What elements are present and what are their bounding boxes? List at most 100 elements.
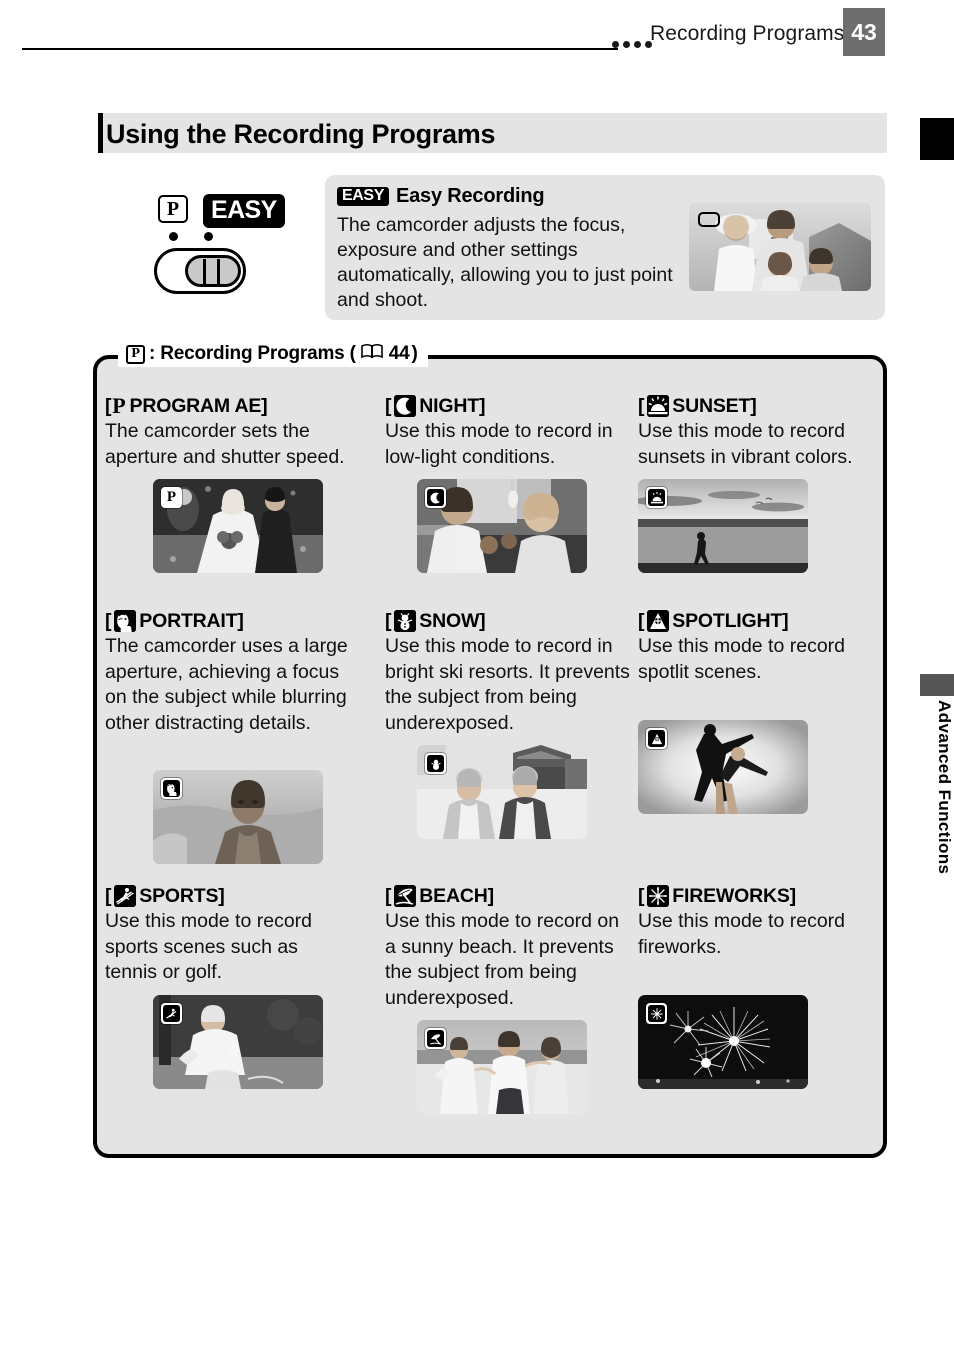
skier-sports-badge-icon [161, 1003, 182, 1024]
program-photo-fireworks [638, 995, 808, 1089]
program-photo-spotlight [638, 720, 808, 814]
open-book-icon [360, 343, 383, 365]
program-heading-night: [ NIGHT] [385, 395, 630, 417]
program-heading-spotlight: [ SPOTLIGHT] [638, 610, 883, 632]
program-description-program-ae: The camcorder sets the aperture and shut… [105, 420, 345, 468]
program-photo-snow [417, 745, 587, 839]
fireworks-burst-icon [647, 885, 670, 907]
mode-slider-track [154, 248, 246, 294]
program-item-sunset: [ SUNSET] Use this mode to record sunset… [638, 395, 883, 573]
open-bracket: [ [385, 395, 392, 417]
fireworks-burst-badge-icon [646, 1003, 667, 1024]
program-photo-beach [417, 1020, 587, 1114]
side-tab-marker-gray [920, 674, 954, 696]
mode-easy-label: EASY [203, 194, 285, 228]
program-heading-fireworks: [ FIREWORKS] [638, 885, 883, 907]
beach-parasol-badge-icon [425, 1028, 446, 1049]
four-dots-icon [612, 41, 652, 48]
mode-dot-p [169, 232, 178, 241]
program-item-sports: [ SPORTS] Use this mode to record sports… [105, 885, 350, 1089]
program-item-beach: [ BEACH] Use this mode to record on a su… [385, 885, 630, 1114]
page-title-band: Using the Recording Programs [98, 113, 887, 153]
crescent-moon-icon [394, 395, 417, 417]
program-item-snow: [ SNOW] Use this mode to record in brigh… [385, 610, 630, 839]
program-description-portrait: The camcorder uses a large aperture, ach… [105, 635, 348, 734]
page-header: Recording Programs 43 [0, 0, 954, 62]
program-label: SPORTS] [139, 885, 225, 907]
header-rule [22, 48, 618, 50]
open-bracket: [ [638, 395, 645, 417]
program-item-night: [ NIGHT] Use this mode to record in low-… [385, 395, 630, 573]
program-heading-program-ae: [ P PROGRAM AE] [105, 393, 350, 418]
easy-recording-title: Easy Recording [395, 185, 545, 207]
program-label: SUNSET] [672, 395, 757, 417]
program-item-fireworks: [ FIREWORKS] Use this mode to record fir… [638, 885, 883, 1089]
program-description-sunset: Use this mode to record sunsets in vibra… [638, 420, 853, 468]
open-bracket: [ [385, 885, 392, 907]
easy-recording-description: The camcorder adjusts the focus, exposur… [337, 214, 673, 311]
program-photo-night [417, 479, 587, 573]
open-bracket: [ [105, 610, 112, 632]
program-description-sports: Use this mode to record sports scenes su… [105, 910, 313, 983]
open-bracket: [ [638, 885, 645, 907]
mode-p-label: P [158, 195, 188, 223]
program-photo-program-ae: P [153, 479, 323, 573]
program-description-spotlight: Use this mode to record spotlit scenes. [638, 635, 846, 683]
page-title: Using the Recording Programs [106, 119, 496, 149]
open-bracket: [ [385, 610, 392, 632]
legend-close-paren: ) [411, 343, 418, 364]
program-heading-snow: [ SNOW] [385, 610, 630, 632]
face-portrait-icon [114, 610, 137, 632]
open-bracket: [ [105, 395, 112, 417]
easy-recording-heading: EASY Easy Recording [337, 185, 545, 208]
program-photo-sports [153, 995, 323, 1089]
program-label: SNOW] [419, 610, 486, 632]
program-item-program-ae: [ P PROGRAM AE] The camcorder sets the a… [105, 393, 350, 573]
mode-dot-easy [204, 232, 213, 241]
setting-sun-icon [647, 395, 670, 417]
mode-slider-knob [185, 255, 241, 287]
easy-recording-panel: EASY Easy Recording The camcorder adjust… [325, 175, 885, 320]
program-heading-beach: [ BEACH] [385, 885, 630, 907]
program-description-night: Use this mode to record in low-light con… [385, 420, 613, 468]
program-label: NIGHT] [419, 395, 486, 417]
snowman-badge-icon [425, 753, 446, 774]
program-label: FIREWORKS] [672, 885, 796, 907]
program-description-beach: Use this mode to record on a sunny beach… [385, 910, 620, 1009]
program-photo-sunset [638, 479, 808, 573]
program-heading-portrait: [ PORTRAIT] [105, 610, 350, 632]
crescent-moon-badge-icon [425, 487, 446, 508]
easy-chip-icon: EASY [337, 186, 389, 207]
side-tab-marker-black [920, 118, 954, 160]
legend-page-number: 44 [388, 343, 410, 364]
program-label: PROGRAM AE] [129, 395, 268, 417]
program-description-snow: Use this mode to record in bright ski re… [385, 635, 630, 734]
program-heading-sports: [ SPORTS] [105, 885, 350, 907]
program-heading-sunset: [ SUNSET] [638, 395, 883, 417]
program-photo-portrait [153, 770, 323, 864]
legend-p-icon: P [126, 344, 145, 364]
spotlight-cone-icon [647, 610, 670, 632]
recording-programs-legend: P : Recording Programs ( 44 ) [118, 341, 428, 367]
open-bracket: [ [105, 885, 112, 907]
easy-rounded-rect-icon [698, 212, 720, 227]
header-title: Recording Programs [650, 22, 845, 45]
letter-p-badge-icon: P [161, 487, 182, 508]
side-tab-label: Advanced Functions [935, 700, 954, 875]
easy-recording-photo [689, 203, 871, 291]
program-label: PORTRAIT] [139, 610, 244, 632]
setting-sun-badge-icon [646, 487, 667, 508]
beach-parasol-icon [394, 885, 417, 907]
program-description-fireworks: Use this mode to record fireworks. [638, 910, 846, 958]
legend-text: : Recording Programs ( [149, 343, 356, 364]
snowman-icon [394, 610, 417, 632]
program-item-portrait: [ PORTRAIT] The camcorder uses a large a… [105, 610, 350, 864]
side-tab: Advanced Functions [914, 0, 954, 1357]
program-item-spotlight: [ SPOTLIGHT] Use this mode to record spo… [638, 610, 883, 814]
skier-sports-icon [114, 885, 137, 907]
page-number: 43 [843, 8, 885, 56]
spotlight-cone-badge-icon [646, 728, 667, 749]
mode-slider-switch-icon: P EASY [150, 190, 300, 305]
letter-p-icon: P [112, 393, 126, 418]
face-portrait-badge-icon [161, 778, 182, 799]
